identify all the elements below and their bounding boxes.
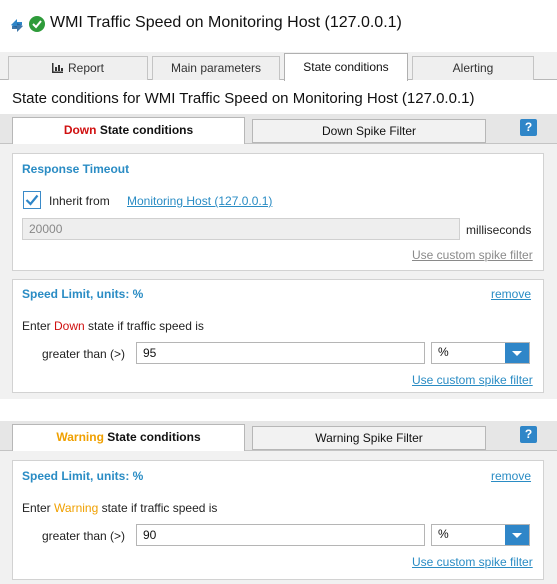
tab-warning-state-conditions[interactable]: Warning State conditions: [12, 424, 245, 451]
down-threshold-input[interactable]: 95: [136, 342, 425, 364]
tab-report-label: Report: [67, 61, 105, 75]
tab-state-conditions-label: State conditions: [303, 60, 389, 74]
tab-main-parameters[interactable]: Main parameters: [152, 56, 280, 80]
warning-comparator-label: greater than (>): [42, 529, 126, 543]
timeout-spike-filter-link[interactable]: Use custom spike filter: [412, 248, 533, 262]
warning-unit-dropdown-button[interactable]: [505, 525, 529, 545]
tab-down-spike-filter[interactable]: Down Spike Filter: [252, 119, 486, 143]
down-unit-dropdown-button[interactable]: [505, 343, 529, 363]
down-enter-prefix: Enter: [22, 319, 55, 333]
help-icon[interactable]: ?: [520, 426, 537, 443]
tab-alerting[interactable]: Alerting: [412, 56, 534, 80]
down-remove-link[interactable]: remove: [491, 287, 531, 301]
response-timeout-title: Response Timeout: [22, 162, 130, 176]
warning-enter-suffix: state if traffic speed is: [98, 501, 218, 515]
down-enter-state: Down: [54, 319, 85, 333]
checkmark-icon: [25, 194, 39, 206]
report-chart-icon: [51, 63, 63, 73]
warning-speed-limit-title: Speed Limit, units: %: [22, 469, 144, 483]
tab-report[interactable]: Report: [8, 56, 148, 80]
tab-down-state-conditions[interactable]: Down State conditions: [12, 117, 245, 144]
warning-tab-rest: State conditions: [103, 430, 201, 444]
chevron-down-icon: [512, 351, 522, 356]
down-spike-filter-link[interactable]: Use custom spike filter: [412, 373, 533, 387]
down-tab-rest: State conditions: [96, 123, 194, 137]
warning-unit-value: %: [438, 527, 449, 541]
warning-enter-state-text: Enter Warning state if traffic speed is: [22, 501, 217, 515]
help-icon[interactable]: ?: [520, 119, 537, 136]
inherit-checkbox[interactable]: [23, 191, 41, 209]
warning-enter-prefix: Enter: [22, 501, 55, 515]
tab-warning-spike-filter[interactable]: Warning Spike Filter: [252, 426, 486, 450]
down-unit-value: %: [438, 345, 449, 359]
down-enter-state-text: Enter Down state if traffic speed is: [22, 319, 204, 333]
response-timeout-input[interactable]: 20000: [22, 218, 460, 240]
warning-spike-filter-link[interactable]: Use custom spike filter: [412, 555, 533, 569]
inherit-source-link[interactable]: Monitoring Host (127.0.0.1): [127, 194, 272, 208]
down-speed-limit-title: Speed Limit, units: %: [22, 287, 144, 301]
down-enter-suffix: state if traffic speed is: [84, 319, 204, 333]
sync-icon: [11, 19, 23, 32]
tab-state-conditions[interactable]: State conditions: [284, 53, 408, 81]
ok-status-icon: [29, 16, 45, 32]
tab-alerting-label: Alerting: [452, 61, 494, 75]
warning-remove-link[interactable]: remove: [491, 469, 531, 483]
down-spike-tab-label: Down Spike Filter: [321, 124, 417, 138]
chevron-down-icon: [512, 533, 522, 538]
tab-main-parameters-label: Main parameters: [170, 61, 262, 75]
section-separator: [0, 399, 557, 421]
down-comparator-label: greater than (>): [42, 347, 126, 361]
window-title: WMI Traffic Speed on Monitoring Host (12…: [50, 14, 402, 31]
inherit-label: Inherit from: [49, 194, 110, 208]
page-title: State conditions for WMI Traffic Speed o…: [12, 90, 475, 107]
warning-spike-tab-label: Warning Spike Filter: [315, 431, 423, 445]
timeout-unit-label: milliseconds: [466, 223, 532, 237]
warning-unit-select[interactable]: %: [431, 524, 530, 546]
down-unit-select[interactable]: %: [431, 342, 530, 364]
warning-enter-state: Warning: [54, 501, 99, 515]
warning-state-word: Warning: [56, 430, 104, 444]
down-state-word: Down: [63, 123, 97, 137]
warning-threshold-input[interactable]: 90: [136, 524, 425, 546]
